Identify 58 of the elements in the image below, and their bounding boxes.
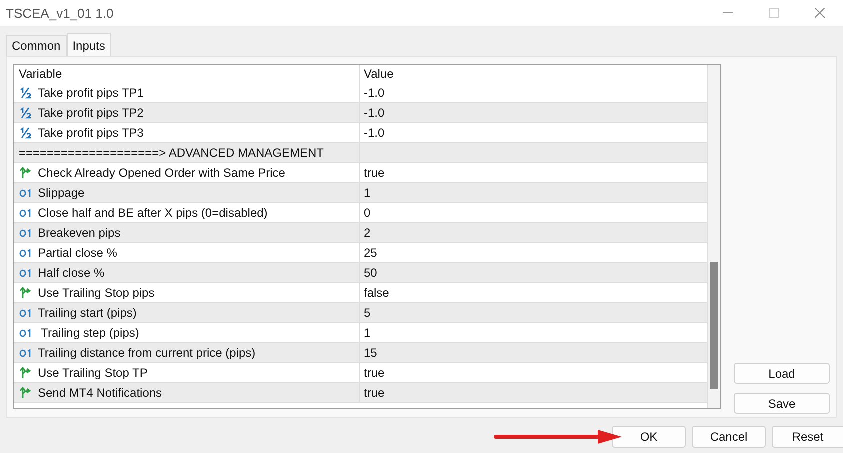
value-cell-text: 0 [363, 204, 372, 222]
window-title: TSCEA_v1_01 1.0 [6, 6, 115, 20]
variable-cell: Trailing step (pips) [14, 323, 360, 342]
fraction-icon [19, 106, 33, 118]
branch-arrow-icon [19, 166, 33, 178]
branch-arrow-icon [19, 286, 33, 298]
value-cell-text: 5 [363, 304, 372, 322]
variable-cell: Use Trailing Stop TP [14, 363, 360, 382]
value-cell-text: 1 [363, 184, 372, 202]
integer-icon [19, 186, 33, 198]
value-cell-text: -1.0 [363, 124, 386, 142]
fraction-icon [19, 126, 33, 138]
section-header-cell: ====================> ADVANCED MANAGEMENT [14, 143, 360, 162]
side-button[interactable]: Load [734, 363, 830, 384]
variable-cell: Breakeven pips [14, 223, 360, 242]
variable-cell: Use Trailing Stop pips [14, 283, 360, 302]
variable-cell: Take profit pips TP1 [14, 83, 360, 102]
dialog-button[interactable]: OK [612, 426, 686, 448]
integer-icon [19, 326, 33, 338]
scrollbar-thumb[interactable] [710, 262, 718, 389]
dialog-button[interactable]: Cancel [692, 426, 766, 448]
variable-cell: Partial close % [14, 243, 360, 262]
tab[interactable]: Common [6, 35, 67, 56]
value-cell-text: -1.0 [363, 104, 386, 122]
integer-icon [19, 306, 33, 318]
integer-icon [19, 226, 33, 238]
variable-cell: Close half and BE after X pips (0=disabled) [14, 203, 360, 222]
scrollbar[interactable] [707, 65, 720, 408]
integer-icon [19, 266, 33, 278]
value-cell-text: 2 [363, 224, 372, 242]
variable-cell: Send MT4 Notifications [14, 383, 360, 402]
branch-arrow-icon [19, 386, 33, 398]
fraction-icon [19, 86, 33, 98]
variable-cell: Slippage [14, 183, 360, 202]
variable-cell: Check Already Opened Order with Same Price [14, 163, 360, 182]
integer-icon [19, 206, 33, 218]
variable-cell: Half close % [14, 263, 360, 282]
integer-icon [19, 246, 33, 258]
value-cell-text: false [363, 284, 390, 302]
column-header: Variable [14, 65, 360, 83]
tab[interactable]: Inputs [66, 33, 112, 56]
variable-cell: Trailing start (pips) [14, 303, 360, 322]
variable-cell: Trailing distance from current price (pips) [14, 343, 360, 362]
value-cell-text: 50 [363, 264, 378, 282]
dialog-button[interactable]: Reset [772, 426, 843, 448]
integer-icon [19, 346, 33, 358]
side-button[interactable]: Save [734, 393, 830, 414]
branch-arrow-icon [19, 366, 33, 378]
value-cell-text: true [363, 384, 386, 402]
value-cell-text: true [363, 364, 386, 382]
value-cell-text: true [363, 164, 386, 182]
value-cell-text: 25 [363, 244, 378, 262]
variable-cell: Take profit pips TP3 [14, 123, 360, 142]
value-cell-text: -1.0 [363, 84, 386, 102]
variable-cell: Take profit pips TP2 [14, 103, 360, 122]
value-cell-text: 1 [363, 324, 372, 342]
column-header: Value [363, 66, 395, 83]
value-cell-text: 15 [363, 344, 378, 362]
